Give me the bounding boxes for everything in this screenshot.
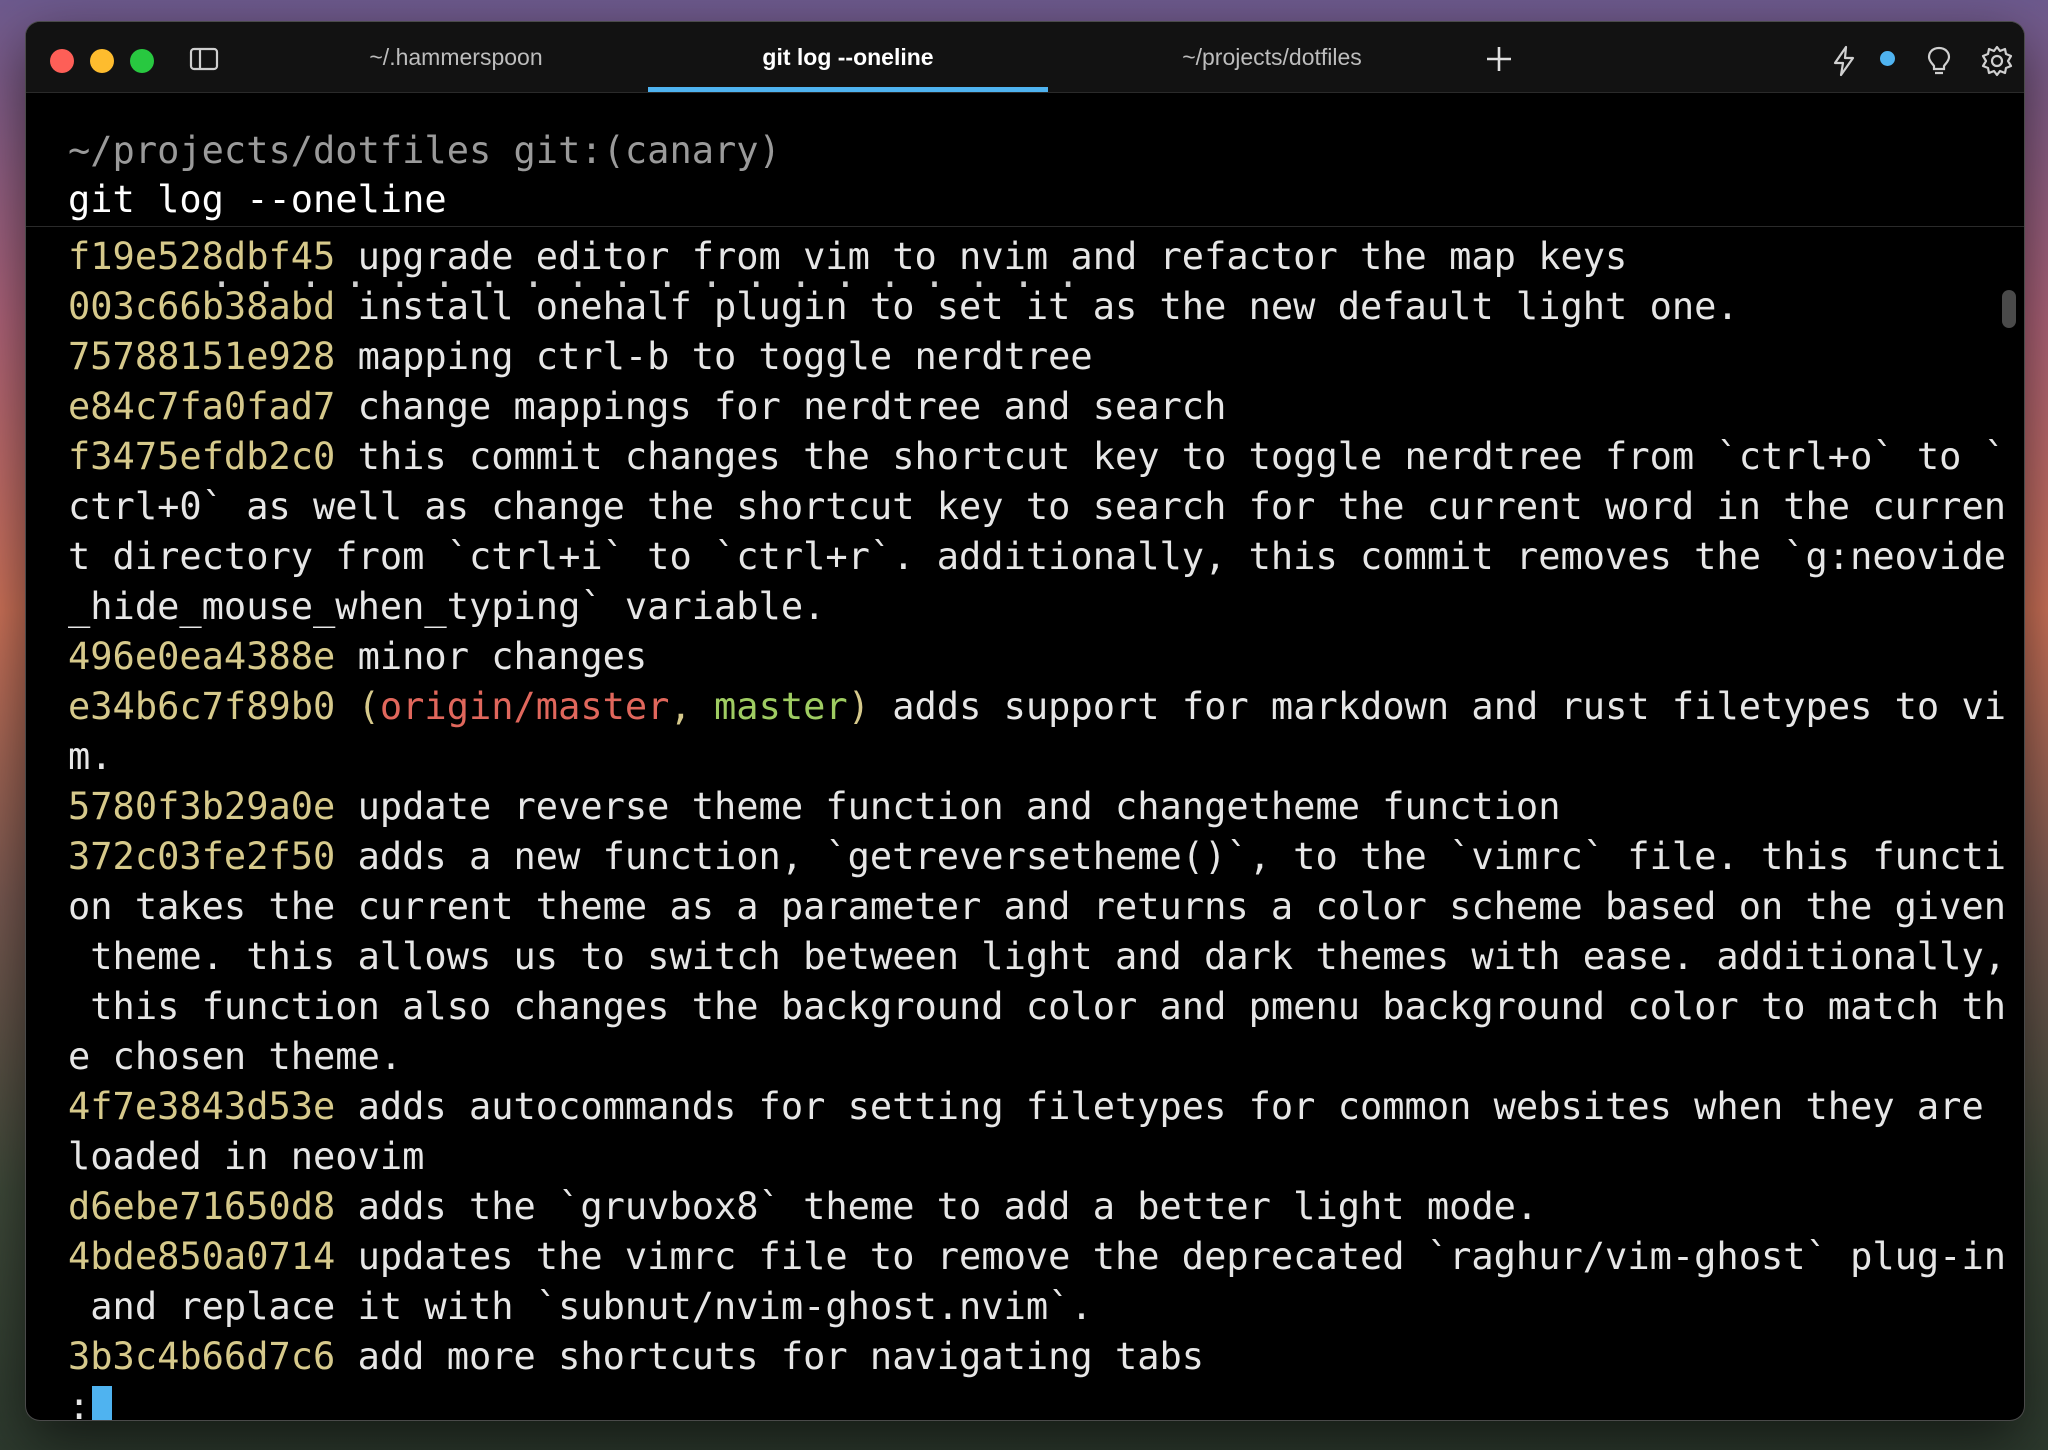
title-bar: ~/.hammerspoon git log --oneline ~/proje…	[26, 22, 2024, 93]
commit-message: install onehalf plugin to set it as the …	[335, 285, 1739, 328]
commit-message: theme. this allows us to switch between …	[68, 935, 2007, 978]
ref-separator: ,	[669, 685, 715, 728]
tab-dotfiles[interactable]: ~/projects/dotfiles	[1072, 22, 1472, 92]
shell-prompt: ~/projects/dotfiles git:(canary)	[68, 129, 781, 172]
commit-message: add more shortcuts for navigating tabs	[335, 1335, 1205, 1378]
log-line: this function also changes the backgroun…	[68, 982, 2006, 1032]
ref-local-branch: master	[714, 685, 848, 728]
commit-message: minor changes	[335, 635, 648, 678]
commit-hash: f19e528dbf45	[68, 235, 336, 278]
log-line: m.	[68, 732, 1988, 782]
ref-origin-branch: origin/master	[379, 685, 670, 728]
sidebar-toggle-icon[interactable]	[189, 46, 219, 72]
commit-hash: 75788151e928	[68, 335, 336, 378]
log-line: e chosen theme.	[68, 1032, 1988, 1082]
log-line: 75788151e928 mapping ctrl-b to toggle ne…	[68, 332, 1988, 382]
commit-hash: e34b6c7f89b0	[68, 685, 336, 728]
commit-message: t directory from `ctrl+i` to `ctrl+r`. a…	[68, 535, 2007, 578]
commit-message: change mappings for nerdtree and search	[335, 385, 1227, 428]
log-line: f19e528dbf45 upgrade editor from vim to …	[68, 232, 1988, 282]
log-line: loaded in neovim	[68, 1132, 1988, 1182]
pager-prompt: :	[68, 1385, 91, 1420]
minimize-icon[interactable]	[90, 49, 114, 73]
log-line: t directory from `ctrl+i` to `ctrl+r`. a…	[68, 532, 2006, 582]
log-line: ctrl+0` as well as change the shortcut k…	[68, 482, 2006, 532]
commit-message: update reverse theme function and change…	[335, 785, 1561, 828]
commit-message: adds support for markdown and rust filet…	[869, 685, 2007, 728]
command-header: ~/projects/dotfiles git:(canary) git log…	[26, 93, 2024, 293]
commit-hash: 4f7e3843d53e	[68, 1085, 336, 1128]
ref-paren: (	[335, 685, 380, 728]
log-line: 003c66b38abd install onehalf plugin to s…	[68, 282, 1988, 332]
pager-prompt-line[interactable]: :	[68, 1382, 1988, 1420]
tab-label: ~/.hammerspoon	[369, 43, 543, 70]
commit-message: adds the `gruvbox8` theme to add a bette…	[335, 1185, 1539, 1228]
commit-hash: 372c03fe2f50	[68, 835, 336, 878]
lightbulb-icon[interactable]	[1922, 44, 1956, 78]
commit-message: and replace it with `subnut/nvim-ghost.n…	[68, 1285, 1093, 1328]
commit-message: adds autocommands for setting filetypes …	[335, 1085, 1984, 1128]
tab-label: ~/projects/dotfiles	[1182, 43, 1362, 70]
log-line: d6ebe71650d8 adds the `gruvbox8` theme t…	[68, 1182, 1988, 1232]
log-line: f3475efdb2c0 this commit changes the sho…	[68, 432, 2006, 482]
log-line: 3b3c4b66d7c6 add more shortcuts for navi…	[68, 1332, 1988, 1382]
commit-hash: 3b3c4b66d7c6	[68, 1335, 336, 1378]
log-line: 372c03fe2f50 adds a new function, `getre…	[68, 832, 2006, 882]
tab-label: git log --oneline	[762, 43, 934, 70]
text-cursor	[92, 1385, 113, 1420]
commit-hash: 003c66b38abd	[68, 285, 336, 328]
log-line: theme. this allows us to switch between …	[68, 932, 2006, 982]
log-line: _hide_mouse_when_typing` variable.	[68, 582, 1988, 632]
commit-message: mapping ctrl-b to toggle nerdtree	[335, 335, 1093, 378]
commit-hash: 496e0ea4388e	[68, 635, 336, 678]
commit-message: m.	[68, 735, 113, 778]
close-icon[interactable]	[50, 49, 74, 73]
commit-message: upgrade editor from vim to nvim and refa…	[335, 235, 1628, 278]
ref-paren: )	[847, 685, 870, 728]
bolt-icon[interactable]	[1827, 44, 1861, 78]
commit-hash: e84c7fa0fad7	[68, 385, 336, 428]
command-text: git log --oneline	[68, 178, 447, 221]
commit-message: adds a new function, `getreversetheme()`…	[335, 835, 2007, 878]
commit-message: this function also changes the backgroun…	[68, 985, 2007, 1028]
log-line: 4bde850a0714 updates the vimrc file to r…	[68, 1232, 2006, 1282]
commit-message: ctrl+0` as well as change the shortcut k…	[68, 485, 2007, 528]
tab-git-log[interactable]: git log --oneline	[648, 22, 1048, 92]
log-line: and replace it with `subnut/nvim-ghost.n…	[68, 1282, 1988, 1332]
gear-icon[interactable]	[1980, 44, 2014, 78]
commit-message: updates the vimrc file to remove the dep…	[335, 1235, 2007, 1278]
log-line: 496e0ea4388e minor changes	[68, 632, 1988, 682]
tab-hammerspoon[interactable]: ~/.hammerspoon	[316, 22, 596, 92]
commit-hash: f3475efdb2c0	[68, 435, 336, 478]
commit-message: this commit changes the shortcut key to …	[335, 435, 2007, 478]
commit-hash: 5780f3b29a0e	[68, 785, 336, 828]
log-line: 5780f3b29a0e update reverse theme functi…	[68, 782, 1988, 832]
scrollbar-thumb[interactable]	[2002, 290, 2016, 328]
commit-message: _hide_mouse_when_typing` variable.	[68, 585, 826, 628]
commit-message: loaded in neovim	[68, 1135, 425, 1178]
git-log-output: f19e528dbf45 upgrade editor from vim to …	[68, 232, 2006, 1420]
log-line: on takes the current theme as a paramete…	[68, 882, 2006, 932]
commit-hash: d6ebe71650d8	[68, 1185, 336, 1228]
log-line: e34b6c7f89b0 (origin/master, master) add…	[68, 682, 2006, 732]
commit-message: on takes the current theme as a paramete…	[68, 885, 2007, 928]
log-line: e84c7fa0fad7 change mappings for nerdtre…	[68, 382, 1988, 432]
notification-dot-icon	[1880, 51, 1895, 66]
terminal-window: ~/.hammerspoon git log --oneline ~/proje…	[26, 22, 2024, 1420]
log-line: 4f7e3843d53e adds autocommands for setti…	[68, 1082, 1988, 1132]
commit-message: e chosen theme.	[68, 1035, 403, 1078]
active-tab-indicator	[648, 87, 1048, 92]
zoom-icon[interactable]	[130, 49, 154, 73]
commit-hash: 4bde850a0714	[68, 1235, 336, 1278]
new-tab-plus-icon[interactable]	[1482, 42, 1516, 76]
